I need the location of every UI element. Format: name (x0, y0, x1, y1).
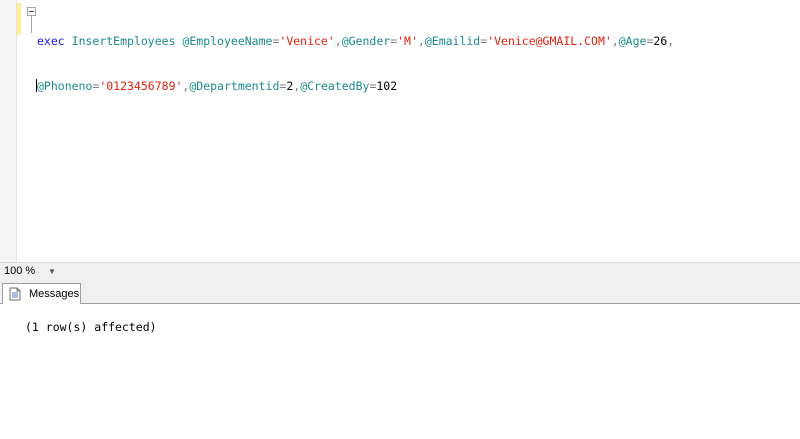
value-gender: 'M' (397, 34, 418, 48)
messages-document-icon (9, 287, 21, 301)
param-emailid: @Emailid (424, 34, 481, 48)
query-editor[interactable]: exec InsertEmployees @EmployeeName='Veni… (0, 0, 800, 262)
value-emailid: 'Venice@GMAIL.COM' (487, 34, 612, 48)
param-departmentid: @Departmentid (189, 79, 280, 93)
chevron-down-icon[interactable]: ▼ (48, 264, 56, 279)
value-employeename: 'Venice' (279, 34, 335, 48)
rows-affected-message: (1 row(s) affected) (25, 320, 157, 334)
editor-gutter (0, 0, 17, 262)
results-tab-strip: Messages (0, 280, 800, 304)
keyword-exec: exec (37, 34, 65, 48)
zoom-value: 100 % (4, 265, 36, 277)
tab-messages[interactable]: Messages (2, 283, 81, 304)
messages-output[interactable]: (1 row(s) affected) (0, 304, 800, 439)
zoom-dropdown[interactable]: 100 % ▼ (2, 264, 58, 279)
value-createdby: 102 (376, 79, 398, 93)
param-gender: @Gender (341, 34, 391, 48)
sql-code[interactable]: exec InsertEmployees @EmployeeName='Veni… (36, 4, 675, 124)
zoom-bar: 100 % ▼ (0, 262, 800, 280)
value-phoneno: '0123456789' (99, 79, 183, 93)
param-phoneno: @Phoneno (37, 79, 93, 93)
procedure-name: InsertEmployees (71, 34, 176, 48)
code-line-1: exec InsertEmployees @EmployeeName='Veni… (37, 34, 675, 48)
param-age: @Age (618, 34, 647, 48)
param-employeename: @EmployeeName (182, 34, 273, 48)
change-marker (17, 3, 21, 35)
tab-messages-label: Messages (29, 288, 80, 300)
results-pane: Messages (1 row(s) affected) (0, 280, 800, 439)
code-line-2: @Phoneno='0123456789',@Departmentid=2,@C… (36, 79, 398, 93)
collapse-minus-icon[interactable] (27, 7, 36, 16)
param-createdby: @CreatedBy (300, 79, 370, 93)
outline-line (31, 16, 32, 33)
value-age: 26 (653, 34, 668, 48)
